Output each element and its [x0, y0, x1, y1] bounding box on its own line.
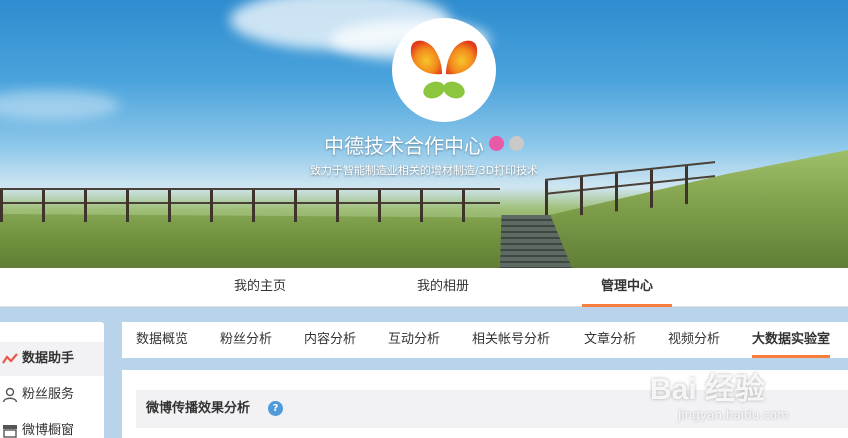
store-icon [2, 423, 18, 438]
sidebar-item-fan-service[interactable]: 粉丝服务 [0, 378, 104, 412]
help-icon[interactable]: ? [268, 401, 283, 416]
sidebar-item-data-assistant[interactable]: 数据助手 [0, 342, 104, 376]
nav-album[interactable]: 我的相册 [398, 268, 488, 307]
tab-interaction-analysis[interactable]: 互动分析 [388, 322, 440, 358]
profile-cover: 中德技术合作中心 致力于智能制造业相关的增材制造/3D打印技术 [0, 0, 848, 268]
sidebar-item-weibo-window[interactable]: 微博橱窗 [0, 414, 104, 438]
sidebar-item-label: 粉丝服务 [22, 387, 75, 402]
profile-description: 致力于智能制造业相关的增材制造/3D打印技术 [309, 164, 539, 177]
verified-badge-icon[interactable] [489, 136, 504, 151]
chart-line-icon [2, 351, 18, 367]
profile-name[interactable]: 中德技术合作中心 [324, 134, 484, 158]
tab-article-analysis[interactable]: 文章分析 [584, 322, 636, 358]
watermark-url: jingyan.baidu.com [678, 408, 789, 422]
baidu-jingyan-watermark: Bai 经验 jingyan.baidu.com [650, 364, 840, 424]
member-badge-icon[interactable] [509, 136, 524, 151]
tab-fan-analysis[interactable]: 粉丝分析 [220, 322, 272, 358]
sidebar: 数据助手 粉丝服务 微博橱窗 [0, 322, 104, 438]
sidebar-item-label: 数据助手 [22, 351, 75, 366]
nav-home[interactable]: 我的主页 [215, 268, 305, 307]
profile-name-row: 中德技术合作中心 [0, 130, 848, 159]
tab-video-analysis[interactable]: 视频分析 [668, 322, 720, 358]
tab-big-data-lab[interactable]: 大数据实验室 [752, 322, 831, 358]
avatar[interactable] [392, 18, 496, 122]
panel-title: 微博传播效果分析 [146, 401, 251, 416]
profile-nav: 我的主页 我的相册 管理中心 [0, 268, 848, 307]
tab-data-overview[interactable]: 数据概览 [136, 322, 188, 358]
analytics-tabs: 数据概览 粉丝分析 内容分析 互动分析 相关帐号分析 文章分析 视频分析 大数据… [122, 322, 848, 358]
tab-related-account-analysis[interactable]: 相关帐号分析 [472, 322, 550, 358]
nav-management-center[interactable]: 管理中心 [582, 268, 672, 307]
tab-content-analysis[interactable]: 内容分析 [304, 322, 356, 358]
user-icon [2, 387, 18, 403]
butterfly-logo-icon [410, 40, 478, 99]
watermark-brand: Bai 经验 [650, 373, 766, 406]
sidebar-item-label: 微博橱窗 [22, 423, 75, 438]
